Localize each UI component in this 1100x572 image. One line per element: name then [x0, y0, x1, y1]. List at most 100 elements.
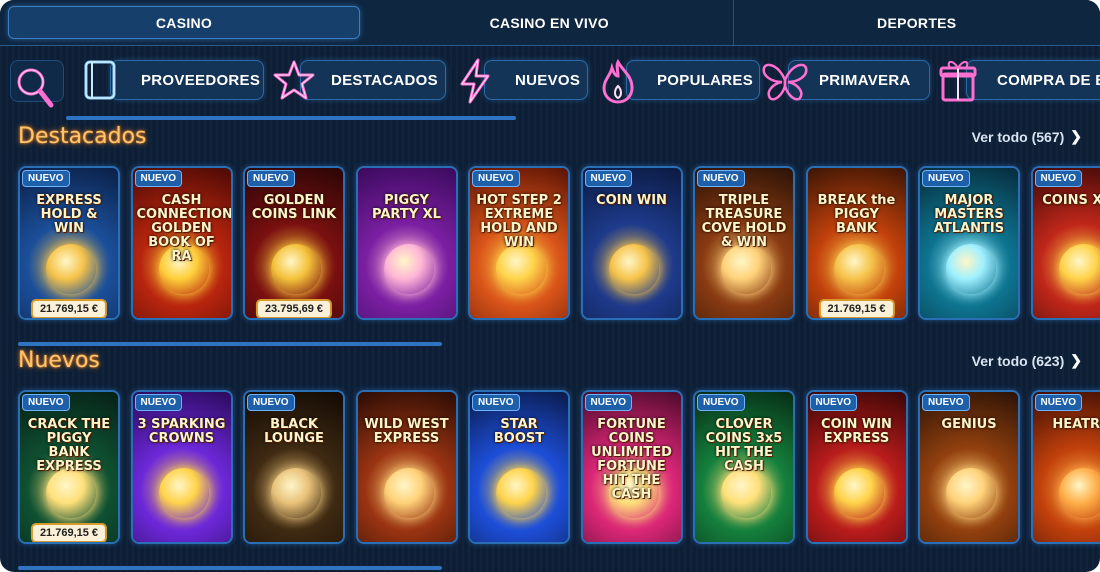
see-all-label: Ver todo (567) — [971, 128, 1065, 145]
see-all-label: Ver todo (623) — [971, 352, 1065, 369]
games-row-destacados: EXPRESS HOLD & WIN NUEVO 21.769,15 € CASH C… — [18, 166, 1100, 322]
jackpot-amount: 21.769,15 € — [818, 299, 895, 318]
game-art-emblem — [271, 468, 321, 518]
game-title: CRACK THE PIGGY BANK EXPRESS — [27, 417, 111, 474]
row-scroll-indicator[interactable] — [18, 342, 442, 346]
game-thumbnail — [357, 168, 456, 318]
tab-casino[interactable]: CASINO — [8, 6, 360, 39]
category-scroll-indicator[interactable] — [66, 116, 516, 120]
game-art-emblem — [833, 244, 884, 294]
game-card[interactable]: PIGGY PARTY XL — [355, 166, 458, 320]
game-card[interactable]: CLOVER COINS 3x5 HIT THE CASH NUEVO — [693, 390, 795, 544]
game-card[interactable]: COIN WIN EXPRESS NUEVO — [805, 390, 908, 544]
game-title: CASH CONNECTION GOLDEN BOOK OF RA — [136, 193, 233, 264]
game-art-emblem — [271, 244, 321, 294]
new-badge: NUEVO — [1034, 394, 1083, 411]
gift-icon — [939, 61, 977, 102]
top-tabs: CASINO CASINO EN VIVO DEPORTES — [0, 0, 1100, 46]
search-icon — [17, 68, 54, 108]
category-destacados[interactable]: DESTACADOS — [272, 60, 446, 102]
category-populares[interactable]: POPULARES — [598, 58, 760, 104]
category-proveedores[interactable]: PROVEEDORES — [82, 60, 264, 102]
new-badge: NUEVO — [584, 394, 633, 411]
new-badge: NUEVO — [697, 170, 745, 187]
new-badge: NUEVO — [22, 394, 70, 411]
new-badge: NUEVO — [922, 170, 970, 187]
game-thumbnail — [920, 168, 1018, 318]
game-thumbnail — [245, 168, 343, 318]
search-button[interactable] — [10, 60, 64, 108]
game-thumbnail — [920, 392, 1018, 542]
game-title: BLACK LOUNGE — [264, 417, 324, 446]
game-art-emblem — [946, 244, 996, 294]
game-card[interactable]: GOLDEN COINS LINK NUEVO 23.795,69 € — [243, 166, 345, 320]
chevron-right-icon: ❯ — [1070, 128, 1082, 144]
category-label: COMPRA DE BO — [966, 60, 1100, 100]
game-card[interactable]: BREAK the PIGGY BANK 21.769,15 € — [805, 166, 908, 320]
game-art-emblem — [46, 468, 96, 518]
game-title: COIN WIN EXPRESS — [821, 417, 892, 446]
category-primavera[interactable]: PRIMAVERA — [760, 60, 930, 102]
game-card[interactable]: HEATRU NUEVO — [1030, 390, 1100, 544]
game-card[interactable]: CRACK THE PIGGY BANK EXPRESS NUEVO 21.769,… — [18, 390, 120, 544]
game-title: TRIPLE TREASURE COVE HOLD & WIN — [701, 193, 787, 250]
category-bar: PROVEEDORES DESTACADOS NUEVOS POPULARES — [0, 52, 1100, 112]
new-badge: NUEVO — [584, 170, 633, 187]
game-thumbnail — [582, 168, 681, 318]
game-card[interactable]: FORTUNE COINS UNLIMITED FORTUNE HIT THE … — [580, 390, 683, 544]
game-title: HOT STEP 2 EXTREME HOLD AND WIN — [476, 193, 562, 250]
star-icon — [273, 60, 315, 100]
category-label: PROVEEDORES — [110, 60, 264, 100]
game-art-emblem — [721, 244, 771, 294]
game-card[interactable]: STAR BOOST NUEVO — [468, 390, 570, 544]
fire-icon — [602, 58, 634, 104]
new-badge: NUEVO — [134, 170, 183, 187]
game-art-emblem — [383, 468, 434, 518]
see-all-destacados-link[interactable]: Ver todo (567) ❯ — [972, 128, 1082, 145]
game-title: BREAK the PIGGY BANK — [817, 193, 896, 236]
tab-deportes[interactable]: DEPORTES — [734, 0, 1100, 45]
butterfly-icon — [762, 63, 808, 101]
game-card[interactable]: HOT STEP 2 EXTREME HOLD AND WIN NUEVO — [468, 166, 570, 320]
game-card[interactable]: COINS XXL NUEVO — [1030, 166, 1100, 320]
new-badge: NUEVO — [472, 394, 520, 411]
game-title: GENIUS — [941, 417, 997, 432]
game-title: WILD WEST EXPRESS — [364, 417, 449, 446]
game-art-emblem — [946, 468, 996, 518]
game-thumbnail — [132, 392, 231, 542]
games-row-nuevos: CRACK THE PIGGY BANK EXPRESS NUEVO 21.769,… — [18, 390, 1100, 546]
game-card[interactable]: GENIUS NUEVO — [918, 390, 1020, 544]
game-art-emblem — [158, 468, 209, 518]
section-title-destacados: Destacados — [18, 124, 147, 149]
game-card[interactable]: 3 SPARKING CROWNS NUEVO — [130, 390, 233, 544]
game-art-emblem — [383, 244, 434, 294]
new-badge: NUEVO — [247, 170, 295, 187]
game-card[interactable]: CASH CONNECTION GOLDEN BOOK OF RA NUEVO — [130, 166, 233, 320]
category-label: NUEVOS — [484, 60, 588, 100]
game-thumbnail — [357, 392, 456, 542]
game-title: GOLDEN COINS LINK — [251, 193, 337, 222]
game-art-emblem — [496, 244, 546, 294]
section-title-nuevos: Nuevos — [18, 348, 100, 373]
category-nuevos[interactable]: NUEVOS — [456, 58, 588, 104]
game-card[interactable]: BLACK LOUNGE NUEVO — [243, 390, 345, 544]
see-all-nuevos-link[interactable]: Ver todo (623) ❯ — [972, 352, 1082, 369]
new-badge: NUEVO — [472, 170, 520, 187]
game-card[interactable]: EXPRESS HOLD & WIN NUEVO 21.769,15 € — [18, 166, 120, 320]
game-card[interactable]: TRIPLE TREASURE COVE HOLD & WIN NUEVO — [693, 166, 795, 320]
category-label: POPULARES — [626, 60, 760, 100]
game-card[interactable]: WILD WEST EXPRESS — [355, 390, 458, 544]
new-badge: NUEVO — [134, 394, 183, 411]
game-title: CLOVER COINS 3x5 HIT THE CASH — [705, 417, 783, 474]
chevron-right-icon: ❯ — [1070, 352, 1082, 368]
game-title: MAJOR MASTERS ATLANTIS — [933, 193, 1005, 236]
game-card[interactable]: COIN WIN NUEVO — [580, 166, 683, 320]
game-thumbnail — [20, 168, 118, 318]
new-badge: NUEVO — [697, 394, 745, 411]
game-art-emblem — [721, 468, 771, 518]
category-compra-de-bonos[interactable]: COMPRA DE BO — [938, 60, 1100, 102]
tab-casino-en-vivo[interactable]: CASINO EN VIVO — [366, 0, 734, 45]
row-scroll-indicator[interactable] — [18, 566, 442, 570]
new-badge: NUEVO — [22, 170, 70, 187]
game-card[interactable]: MAJOR MASTERS ATLANTIS NUEVO — [918, 166, 1020, 320]
